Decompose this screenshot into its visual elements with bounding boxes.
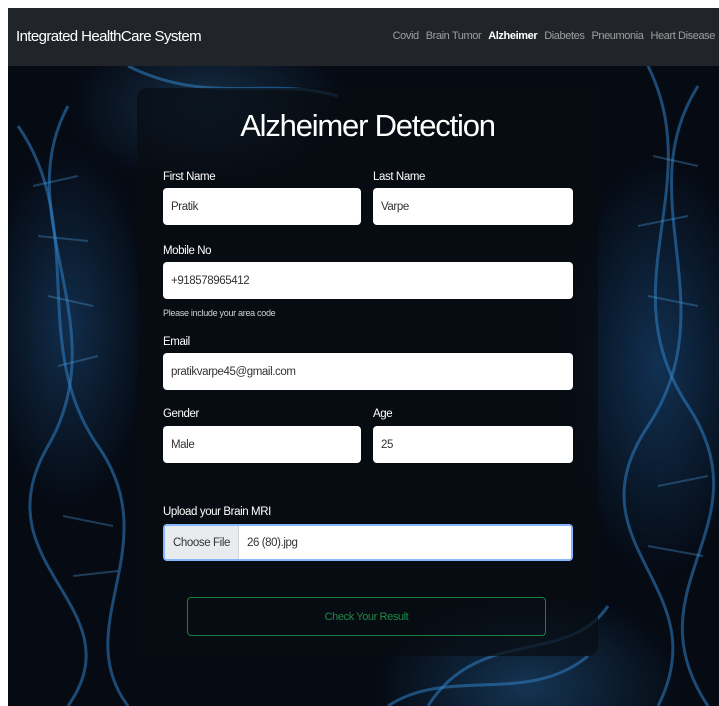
upload-label: Upload your Brain MRI (163, 506, 271, 518)
form-card: Alzheimer Detection First Name Pratik La… (137, 88, 598, 656)
nav-link-brain-tumor[interactable]: Brain Tumor (426, 30, 482, 42)
page-title: Alzheimer Detection (240, 108, 496, 143)
gender-field[interactable]: Male (163, 426, 361, 463)
selected-file-name: 26 (80).jpg (246, 536, 298, 549)
nav-link-heart-disease[interactable]: Heart Disease (651, 30, 716, 42)
nav-link-diabetes[interactable]: Diabetes (544, 30, 585, 42)
email-field[interactable]: pratikvarpe45@gmail.com (163, 353, 573, 390)
last-name-field[interactable]: Varpe (373, 188, 573, 225)
mobile-label: Mobile No (163, 245, 212, 257)
age-label: Age (373, 408, 393, 420)
last-name-label: Last Name (373, 171, 426, 183)
nav-links: Covid Brain Tumor Alzheimer Diabetes Pne… (393, 30, 716, 42)
file-upload-input[interactable]: Choose File 26 (80).jpg (163, 524, 573, 561)
mobile-help-text: Please include your area code (163, 308, 276, 318)
gender-label: Gender (163, 408, 199, 420)
choose-file-button[interactable]: Choose File (165, 526, 239, 559)
app-window: Integrated HealthCare System Covid Brain… (8, 8, 719, 706)
navbar: Integrated HealthCare System Covid Brain… (8, 8, 719, 66)
nav-link-pneumonia[interactable]: Pneumonia (591, 30, 643, 42)
age-field[interactable]: 25 (373, 426, 573, 463)
first-name-field[interactable]: Pratik (163, 188, 361, 225)
email-label: Email (163, 336, 190, 348)
nav-link-covid[interactable]: Covid (393, 30, 420, 42)
check-result-button[interactable]: Check Your Result (187, 597, 546, 636)
brand-link[interactable]: Integrated HealthCare System (16, 28, 202, 45)
first-name-label: First Name (163, 171, 216, 183)
mobile-field[interactable]: +918578965412 (163, 262, 573, 299)
nav-link-alzheimer[interactable]: Alzheimer (488, 30, 537, 42)
